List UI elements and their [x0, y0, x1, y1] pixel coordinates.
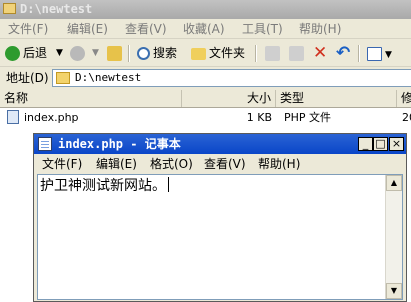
search-icon: [137, 47, 150, 60]
copy-to-button[interactable]: [289, 44, 307, 63]
up-folder-icon: [107, 46, 122, 61]
file-size: 1 KB: [246, 111, 272, 124]
address-bar: 地址(D) D:\newtest: [0, 67, 411, 89]
search-button[interactable]: 搜索: [137, 44, 177, 63]
file-name: index.php: [24, 111, 79, 124]
back-button[interactable]: 后退: [5, 44, 47, 63]
explorer-toolbar: 后退 ▼ ▼ 搜索 文件夹 ✕ ↶ ▼: [0, 40, 411, 67]
folder-icon: [191, 47, 206, 60]
folders-button[interactable]: 文件夹: [191, 44, 245, 63]
views-button[interactable]: ▼: [367, 44, 392, 63]
folder-icon: [3, 3, 16, 14]
menu-view[interactable]: 查看(V): [125, 21, 167, 37]
file-type: PHP 文件: [284, 111, 332, 124]
notepad-menubar: 文件(F) 编辑(E) 格式(O) 查看(V) 帮助(H): [34, 154, 406, 173]
php-file-icon: [7, 110, 19, 124]
file-modified: 20: [402, 111, 411, 124]
notepad-titlebar[interactable]: index.php - 记事本 _ □ ×: [34, 134, 406, 154]
notepad-menu-edit[interactable]: 编辑(E): [96, 155, 137, 173]
explorer-titlebar[interactable]: D:\newtest: [0, 0, 411, 19]
notepad-menu-help[interactable]: 帮助(H): [258, 155, 300, 173]
minimize-button[interactable]: _: [358, 137, 373, 151]
delete-icon[interactable]: ✕: [313, 44, 327, 63]
toolbar-separator: [128, 45, 130, 62]
scroll-up-icon[interactable]: ▲: [386, 175, 402, 191]
close-button[interactable]: ×: [389, 137, 404, 151]
column-name[interactable]: 名称: [0, 90, 182, 107]
undo-icon[interactable]: ↶: [336, 44, 350, 63]
notepad-menu-format[interactable]: 格式(O): [150, 155, 193, 173]
views-icon: [367, 46, 382, 61]
address-input[interactable]: D:\newtest: [52, 69, 411, 87]
forward-arrow-icon: [70, 46, 85, 61]
back-dropdown-icon[interactable]: ▼: [56, 44, 63, 63]
vertical-scrollbar[interactable]: ▲ ▼: [385, 175, 402, 299]
menu-favorites[interactable]: 收藏(A): [183, 21, 225, 37]
maximize-button[interactable]: □: [373, 137, 388, 151]
notepad-menu-file[interactable]: 文件(F): [42, 155, 82, 173]
notepad-title: index.php - 记事本: [58, 137, 181, 151]
column-size[interactable]: 大小: [182, 90, 276, 107]
list-header: 名称 大小 类型 修: [0, 90, 411, 108]
move-to-button[interactable]: [265, 44, 283, 63]
up-folder-button[interactable]: [107, 44, 125, 63]
notepad-menu-view[interactable]: 查看(V): [204, 155, 246, 173]
toolbar-separator: [358, 45, 360, 62]
notepad-content: 护卫神测试新网站。: [40, 178, 166, 194]
search-label: 搜索: [153, 46, 178, 60]
copy-to-icon: [289, 46, 304, 61]
notepad-text-line: 护卫神测试新网站。: [40, 176, 169, 196]
forward-button[interactable]: [70, 44, 88, 63]
forward-dropdown-icon[interactable]: ▼: [92, 44, 99, 63]
explorer-menubar: 文件(F) 编辑(E) 查看(V) 收藏(A) 工具(T) 帮助(H): [0, 19, 411, 39]
folder-icon: [56, 72, 70, 84]
notepad-icon: [38, 137, 52, 151]
column-modified[interactable]: 修: [397, 90, 411, 107]
back-label: 后退: [23, 46, 48, 60]
menu-file[interactable]: 文件(F): [8, 21, 48, 37]
folders-label: 文件夹: [209, 46, 246, 60]
explorer-title: D:\newtest: [20, 2, 93, 16]
back-arrow-icon: [5, 46, 20, 61]
scroll-down-icon[interactable]: ▼: [386, 283, 402, 299]
views-dropdown-icon: ▼: [385, 50, 392, 60]
notepad-window: index.php - 记事本 _ □ × 文件(F) 编辑(E) 格式(O) …: [33, 133, 407, 302]
notepad-text-area[interactable]: 护卫神测试新网站。 ▲ ▼: [37, 174, 403, 300]
move-to-icon: [265, 46, 280, 61]
toolbar-separator: [255, 45, 257, 62]
column-type[interactable]: 类型: [276, 90, 397, 107]
menu-help[interactable]: 帮助(H): [299, 21, 341, 37]
address-value: D:\newtest: [75, 71, 142, 84]
menu-edit[interactable]: 编辑(E): [67, 21, 108, 37]
text-caret: [168, 177, 169, 192]
address-label: 地址(D): [6, 71, 49, 85]
menu-tools[interactable]: 工具(T): [242, 21, 283, 37]
